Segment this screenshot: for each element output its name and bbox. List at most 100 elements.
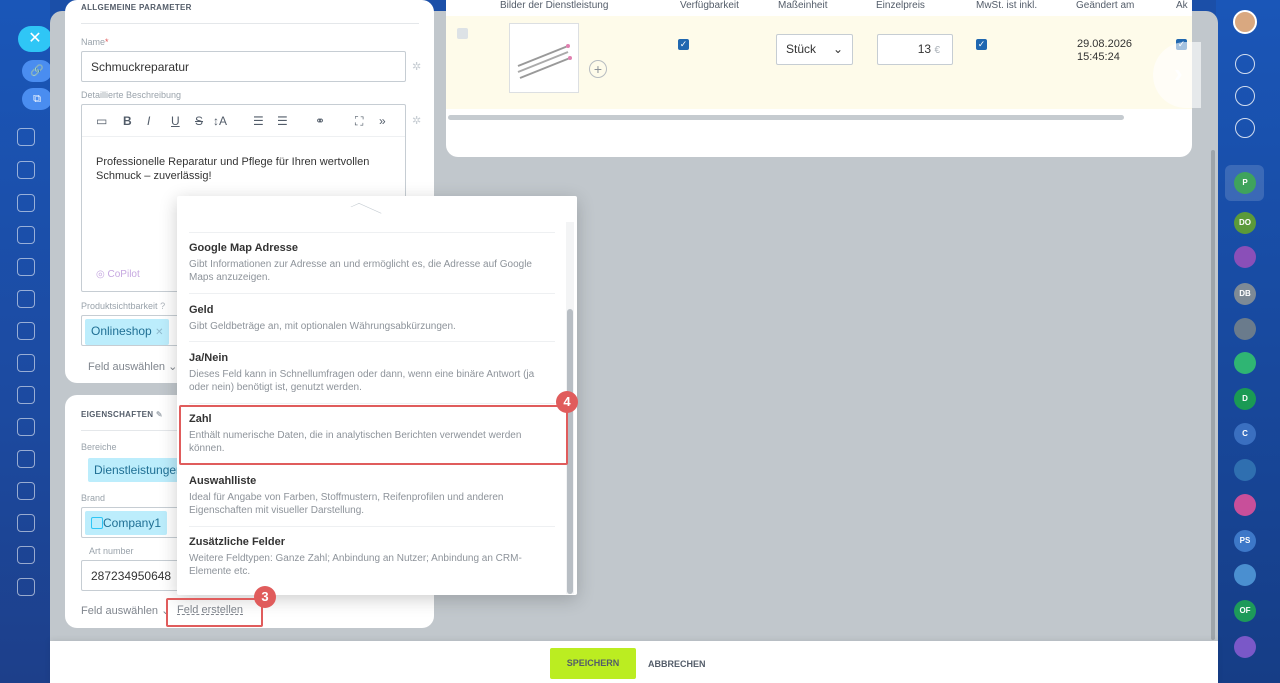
bullet-list-icon[interactable]: ☰	[277, 114, 288, 128]
field-type-yes-no[interactable]: Ja/Nein Dieses Feld kann in Schnellumfra…	[189, 352, 555, 404]
field-type-popup: Google Map Adresse Gibt Informationen zu…	[177, 196, 577, 595]
edit-icon[interactable]: ✎	[156, 410, 163, 419]
rail-avatar[interactable]: DB	[1234, 283, 1256, 305]
sidebar-icon-14[interactable]	[17, 546, 35, 564]
gear-icon[interactable]: ✲	[412, 114, 421, 127]
sidebar-icon-7[interactable]	[17, 322, 35, 340]
rail-avatar[interactable]: P	[1234, 172, 1256, 194]
brand-selector[interactable]: Company1	[81, 507, 191, 538]
sidebar-icon-12[interactable]	[17, 482, 35, 500]
sidebar-icon-9[interactable]	[17, 386, 35, 404]
notifications-icon[interactable]	[1235, 54, 1255, 74]
rail-avatar[interactable]: DO	[1234, 212, 1256, 234]
chevron-down-icon: ⌄	[832, 42, 843, 56]
visibility-label: Produktsichtbarkeit ?	[81, 301, 166, 311]
field-type-title: Geld	[189, 304, 214, 316]
price-input[interactable]: 13 €	[877, 34, 953, 65]
sidebar-icon-8[interactable]	[17, 354, 35, 372]
tools-image-icon	[517, 44, 572, 79]
availability-checkbox[interactable]: ✓	[678, 39, 689, 50]
gear-icon[interactable]: ✲	[412, 60, 421, 73]
rail-avatar[interactable]	[1234, 246, 1256, 268]
more-icon[interactable]: »	[379, 114, 386, 128]
header-changed: Geändert am	[1076, 0, 1135, 11]
name-label: Name*	[81, 37, 109, 47]
sections-label: Bereiche	[81, 442, 117, 452]
rail-avatar[interactable]	[1234, 318, 1256, 340]
visibility-selector[interactable]: Onlineshop ✕	[81, 315, 191, 346]
row-checkbox[interactable]	[457, 28, 468, 39]
field-type-list[interactable]: Auswahlliste Ideal für Angabe von Farben…	[189, 475, 555, 527]
copy-link-icon[interactable]: 🔗	[22, 60, 52, 82]
rail-avatar[interactable]	[1234, 352, 1256, 374]
field-type-map[interactable]: Google Map Adresse Gibt Informationen zu…	[189, 242, 555, 294]
select-field-link[interactable]: Feld auswählen ⌄	[81, 604, 170, 617]
header-images: Bilder der Dienstleistung	[500, 0, 609, 11]
copilot-button[interactable]: ◎ CoPilot	[96, 269, 140, 280]
sidebar-icon-4[interactable]	[17, 226, 35, 244]
service-table-card: Bilder der Dienstleistung Verfügbarkeit …	[446, 0, 1201, 157]
sidebar-icon-5[interactable]	[17, 258, 35, 276]
strikethrough-icon[interactable]: S	[195, 114, 203, 128]
header-active: Ak	[1176, 0, 1188, 11]
sidebar-icon-6[interactable]	[17, 290, 35, 308]
scroll-up-icon[interactable]	[350, 203, 382, 218]
close-slider-button[interactable]: ✕	[18, 26, 52, 52]
sidebar-icon-13[interactable]	[17, 514, 35, 532]
sidebar-icon-3[interactable]	[17, 194, 35, 212]
visibility-tag[interactable]: Onlineshop ✕	[85, 319, 170, 345]
sidebar-icon-10[interactable]	[17, 418, 35, 436]
description-text[interactable]: Professionelle Reparatur und Pflege für …	[96, 155, 396, 183]
header-vat: MwSt. ist inkl.	[976, 0, 1038, 11]
sections-tag[interactable]: Dienstleistungen	[88, 458, 189, 482]
slider-scrollbar[interactable]	[1211, 150, 1215, 640]
rail-avatar[interactable]: OF	[1234, 600, 1256, 622]
sidebar-icon-1[interactable]	[17, 128, 35, 146]
changed-date: 29.08.2026 15:45:24	[1077, 38, 1133, 63]
numbered-list-icon[interactable]: ☰	[253, 114, 264, 128]
name-input[interactable]: Schmuckreparatur	[81, 51, 406, 82]
rail-avatar[interactable]: PS	[1234, 530, 1256, 552]
select-field-link[interactable]: Feld auswählen ⌄	[88, 360, 177, 373]
save-button[interactable]: SPEICHERN	[550, 648, 636, 679]
product-image[interactable]	[509, 23, 579, 93]
fullscreen-icon[interactable]: ⛶	[355, 114, 363, 129]
vat-included-checkbox[interactable]: ✓	[976, 39, 987, 50]
field-type-desc: Ideal für Angabe von Farben, Stoffmuster…	[189, 492, 504, 516]
remove-tag-icon[interactable]: ✕	[155, 327, 163, 338]
sidebar-icon-2[interactable]	[17, 161, 35, 179]
header-availability: Verfügbarkeit	[680, 0, 739, 11]
rail-avatar[interactable]: D	[1234, 388, 1256, 410]
field-type-additional[interactable]: Zusätzliche Felder Weitere Feldtypen: Ga…	[189, 536, 555, 588]
help-icon[interactable]: ?	[160, 301, 165, 311]
field-type-title: Auswahlliste	[189, 475, 257, 487]
rail-avatar[interactable]	[1234, 564, 1256, 586]
art-number-input[interactable]: 287234950648	[81, 560, 191, 591]
chat-icon[interactable]	[1235, 118, 1255, 138]
general-section-title: ALLGEMEINE PARAMETER	[81, 3, 192, 12]
sidebar-icon-15[interactable]	[17, 578, 35, 596]
link-icon[interactable]: ⚭	[315, 114, 325, 128]
header-unit: Maßeinheit	[778, 0, 828, 11]
horizontal-scrollbar[interactable]	[448, 115, 1124, 120]
chevron-right-icon: ›	[1174, 58, 1183, 88]
copilot-icon[interactable]	[1235, 86, 1255, 106]
rail-avatar[interactable]	[1234, 459, 1256, 481]
underline-icon[interactable]: U	[171, 114, 180, 128]
rail-avatar[interactable]: C	[1234, 423, 1256, 445]
italic-icon[interactable]: I	[147, 114, 150, 128]
rail-avatar[interactable]	[1234, 636, 1256, 658]
rail-avatar[interactable]	[1234, 494, 1256, 516]
bold-icon[interactable]: B	[123, 114, 132, 128]
open-new-window-icon[interactable]: ⧉	[22, 88, 52, 110]
cancel-button[interactable]: ABBRECHEN	[648, 659, 706, 669]
format-block-icon[interactable]: ▭	[96, 114, 107, 128]
price-value: 13	[917, 42, 932, 56]
user-avatar[interactable]	[1233, 10, 1257, 34]
add-image-icon[interactable]: +	[589, 60, 607, 78]
field-type-title: Google Map Adresse	[189, 242, 299, 254]
sidebar-icon-11[interactable]	[17, 450, 35, 468]
field-type-money[interactable]: Geld Gibt Geldbeträge an, mit optionalen…	[189, 304, 555, 342]
unit-select[interactable]: Stück ⌄	[776, 34, 853, 65]
font-size-icon[interactable]: ↕A	[213, 114, 227, 128]
